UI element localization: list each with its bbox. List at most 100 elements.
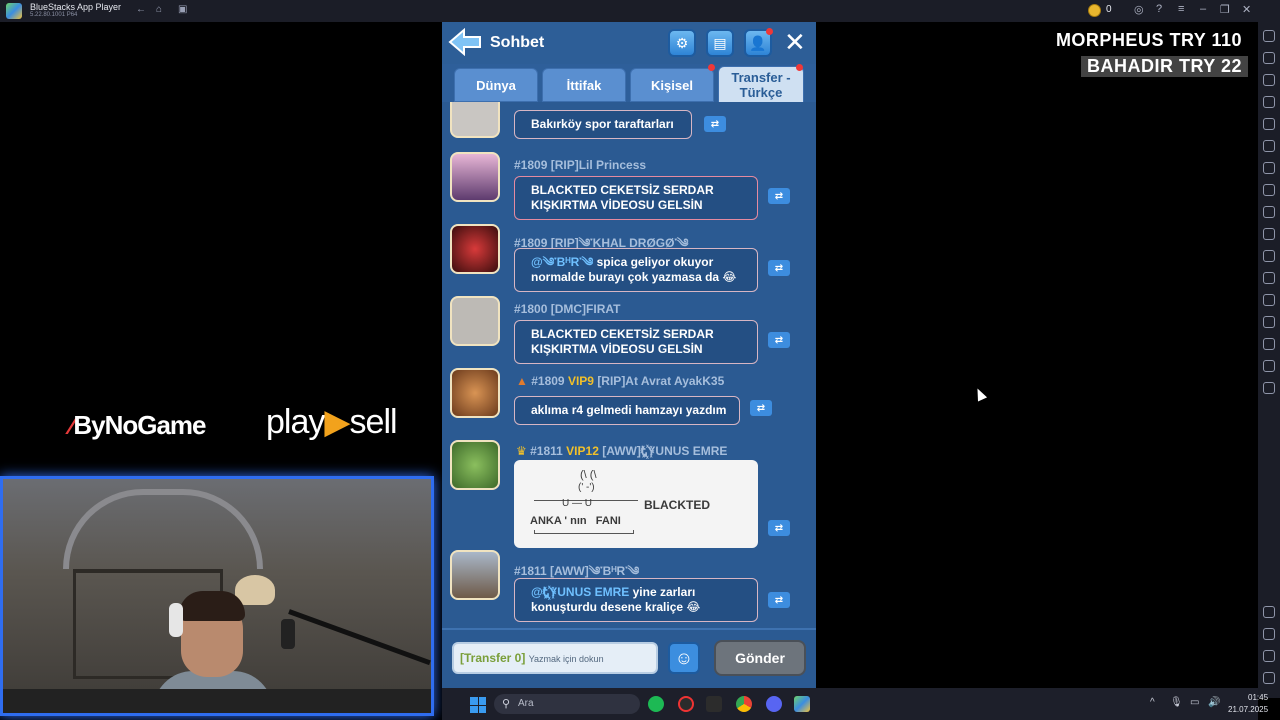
account-icon[interactable]: ◎: [1134, 3, 1144, 16]
discord-icon[interactable]: [766, 696, 782, 712]
input-placeholder: Yazmak için dokun: [528, 654, 604, 664]
chat-channels-icon[interactable]: ▤: [706, 29, 734, 57]
coin-icon: [1088, 4, 1101, 17]
tab-world[interactable]: Dünya: [454, 68, 538, 102]
chat-message-list[interactable]: Bakırköy spor taraftarları ⇄ #1809 [RIP]…: [442, 102, 816, 628]
sender-name[interactable]: ♛ #1811 VIP12 [AWW]Ꮏ꙰YUNUS EMRE: [516, 442, 727, 459]
fullscreen-icon[interactable]: [1263, 30, 1275, 42]
obs-icon[interactable]: [678, 696, 694, 712]
close-window-icon[interactable]: ✕: [1242, 3, 1251, 16]
avatar[interactable]: [450, 296, 500, 346]
refresh-icon[interactable]: [1263, 382, 1275, 394]
keyboard-icon[interactable]: [1263, 96, 1275, 108]
avatar[interactable]: [450, 440, 500, 490]
multi-instance-icon[interactable]: [1263, 228, 1275, 240]
chat-settings-icon[interactable]: ⚙: [668, 29, 696, 57]
sidebar-home-icon[interactable]: [1263, 650, 1275, 662]
chat-input-field[interactable]: [Transfer 0] Yazmak için dokun: [452, 642, 658, 674]
desk: [3, 689, 431, 713]
macro-icon[interactable]: [1263, 272, 1275, 284]
tab-transfer-turkce[interactable]: Transfer - Türkçe: [718, 66, 804, 104]
volume-tray-icon[interactable]: 🔊: [1208, 697, 1220, 708]
home-icon[interactable]: ⌂: [156, 4, 162, 15]
volume-icon[interactable]: [1263, 74, 1275, 86]
layers-icon[interactable]: [1263, 360, 1275, 372]
back-icon[interactable]: ←: [136, 4, 146, 15]
chat-tabs: Dünya İttifak Kişisel Transfer - Türkçe: [442, 64, 816, 104]
translate-button[interactable]: ⇄: [768, 188, 790, 204]
translate-button[interactable]: ⇄: [768, 520, 790, 536]
mention[interactable]: @༄་BᴴR་༄: [531, 255, 593, 269]
avatar[interactable]: [450, 224, 500, 274]
taskbar-search[interactable]: ⚲ Ara: [494, 694, 640, 714]
bluestacks-taskbar-icon[interactable]: [794, 696, 810, 712]
sync-icon[interactable]: [1263, 294, 1275, 306]
recent-apps-icon[interactable]: ▣: [178, 4, 187, 15]
tray-chevron-icon[interactable]: ^: [1150, 697, 1155, 708]
restore-icon[interactable]: ❐: [1220, 3, 1230, 16]
start-icon[interactable]: [470, 697, 486, 713]
translate-button[interactable]: ⇄: [768, 260, 790, 276]
translate-button[interactable]: ⇄: [750, 400, 772, 416]
microphone: [281, 619, 295, 649]
notification-dot: [766, 28, 773, 35]
avatar[interactable]: [450, 368, 500, 418]
message-bubble: Bakırköy spor taraftarları: [514, 110, 692, 139]
avatar[interactable]: [450, 152, 500, 202]
help-icon[interactable]: ?: [1156, 3, 1162, 15]
back-arrow-icon[interactable]: [448, 28, 482, 56]
streamer-hair: [179, 591, 245, 621]
sender-name[interactable]: ▲ #1809 VIP9 [RIP]At Avrat AyakK35: [516, 374, 724, 388]
screenshot-icon[interactable]: [1263, 206, 1275, 218]
headphones: [169, 603, 183, 637]
mention[interactable]: @Ꮏ꙰YUNUS EMRE: [531, 585, 629, 599]
menu-icon[interactable]: ≡: [1178, 3, 1184, 15]
sidebar-back-icon[interactable]: [1263, 628, 1275, 640]
minimize-icon[interactable]: –: [1200, 3, 1206, 15]
message-bubble: BLACKTED CEKETSİZ SERDAR KIŞKIRTMA VİDEO…: [514, 320, 758, 364]
game-chat-panel: Sohbet ⚙ ▤ 👤 ✕ Dünya İttifak Kişisel Tra…: [442, 22, 816, 688]
app-version: 5.22.80.1001 P64: [30, 12, 78, 18]
mouse-cursor-icon: [972, 386, 988, 402]
chrome-icon[interactable]: [736, 696, 752, 712]
media-folder-icon[interactable]: [1263, 250, 1275, 262]
tab-personal[interactable]: Kişisel: [630, 68, 714, 102]
bluestacks-sidebar: [1258, 22, 1280, 698]
clock[interactable]: 01:45 21.07.2025: [1228, 692, 1268, 716]
sender-name[interactable]: #1809 [RIP]Lil Princess: [514, 158, 646, 172]
rotate-icon[interactable]: [1263, 140, 1275, 152]
emoji-icon[interactable]: ☺: [668, 642, 700, 674]
translate-button[interactable]: ⇄: [704, 116, 726, 132]
settings-icon[interactable]: [1263, 606, 1275, 618]
avatar[interactable]: [450, 550, 500, 600]
crown-icon: ♛: [516, 444, 527, 458]
capcut-icon[interactable]: [706, 696, 722, 712]
webcam-feed: [0, 476, 434, 716]
search-icon: ⚲: [502, 698, 511, 710]
mic-tray-icon[interactable]: 🎙: [1170, 697, 1183, 708]
chat-close-icon[interactable]: ✕: [784, 29, 806, 55]
display-tray-icon[interactable]: ▭: [1190, 697, 1199, 708]
coin-count: 0: [1106, 4, 1112, 15]
spotify-icon[interactable]: [648, 696, 664, 712]
expand-icon[interactable]: [1263, 52, 1275, 64]
sender-name[interactable]: #1800 [DMC]FIRAT: [514, 302, 620, 316]
sidebar-recent-icon[interactable]: [1263, 672, 1275, 684]
translate-button[interactable]: ⇄: [768, 592, 790, 608]
chat-header: Sohbet ⚙ ▤ 👤 ✕: [442, 22, 816, 64]
webcam-arch: [63, 489, 263, 569]
record-icon[interactable]: [1263, 118, 1275, 130]
eco-mode-icon[interactable]: [1263, 316, 1275, 328]
chat-title: Sohbet: [490, 34, 545, 51]
translate-button[interactable]: ⇄: [768, 332, 790, 348]
taskbar: ⚲ Ara ^ 🎙 ▭ 🔊 01:45 21.07.2025: [442, 688, 1268, 720]
send-button[interactable]: Gönder: [714, 640, 806, 676]
performance-icon[interactable]: [1263, 184, 1275, 196]
playsell-logo: play▶sell: [266, 403, 398, 441]
tab-alliance[interactable]: İttifak: [542, 68, 626, 102]
message-bubble: aklıma r4 gelmedi hamzayı yazdım: [514, 396, 740, 425]
gamepad-icon[interactable]: [1263, 162, 1275, 174]
location-icon[interactable]: [1263, 338, 1275, 350]
avatar[interactable]: [450, 102, 500, 138]
chat-input-bar: [Transfer 0] Yazmak için dokun ☺ Gönder: [442, 628, 816, 688]
